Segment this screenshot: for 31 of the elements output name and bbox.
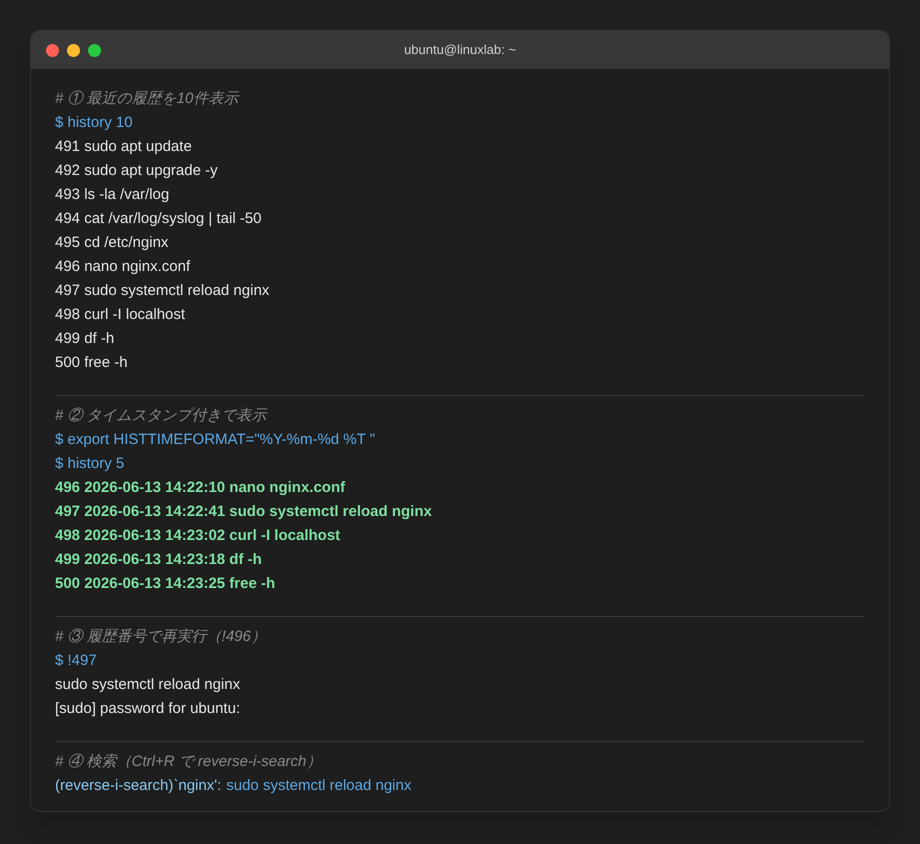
history-entry: 497 2026-06-13 14:22:41 sudo systemctl reload nginx	[55, 502, 433, 522]
output-line: 497 sudo systemctl reload nginx	[55, 281, 270, 301]
close-button[interactable]	[46, 44, 59, 56]
command-line: $ history 10	[55, 113, 134, 133]
comment-line: # ② タイムスタンプ付きで表示	[55, 406, 269, 426]
history-entry: 498 2026-06-13 14:23:02 curl -I localhost	[55, 526, 342, 546]
output-line: 491 sudo apt update	[55, 137, 193, 157]
output-line: 499 df -h	[55, 329, 116, 349]
output-line: 500 free -h	[55, 353, 129, 373]
history-entry: 496 2026-06-13 14:22:10 nano nginx.conf	[55, 478, 346, 498]
command-line: $ history 5	[55, 454, 126, 474]
search-prompt: (reverse-i-search)`nginx':	[55, 776, 222, 796]
command-line: $ !497	[55, 651, 98, 671]
maximize-button[interactable]	[88, 44, 101, 56]
output-line: 498 curl -I localhost	[55, 305, 186, 325]
output-line: 494 cat /var/log/syslog | tail -50	[55, 209, 262, 229]
output-line: sudo systemctl reload nginx	[55, 675, 242, 695]
search-result: sudo systemctl reload nginx	[226, 776, 412, 796]
output-line: 495 cd /etc/nginx	[55, 233, 170, 253]
output-line: 493 ls -la /var/log	[55, 185, 170, 205]
window-title: ubuntu@linuxlab: ~	[404, 41, 516, 60]
minimize-button[interactable]	[67, 44, 80, 56]
output-line: 496 nano nginx.conf	[55, 257, 192, 277]
history-entry: 500 2026-06-13 14:23:25 free -h	[55, 574, 276, 594]
comment-line: # ① 最近の履歴を10件表示	[55, 89, 241, 109]
comment-line: # ③ 履歴番号で再実行（!496）	[55, 627, 267, 647]
command-line: $ export HISTTIMEFORMAT="%Y-%m-%d %T "	[55, 430, 376, 450]
output-line: 492 sudo apt upgrade -y	[55, 161, 219, 181]
output-line: [sudo] password for ubuntu:	[55, 699, 242, 719]
history-entry: 499 2026-06-13 14:23:18 df -h	[55, 550, 263, 570]
comment-line: # ④ 検索（Ctrl+R で reverse-i-search）	[55, 752, 322, 772]
